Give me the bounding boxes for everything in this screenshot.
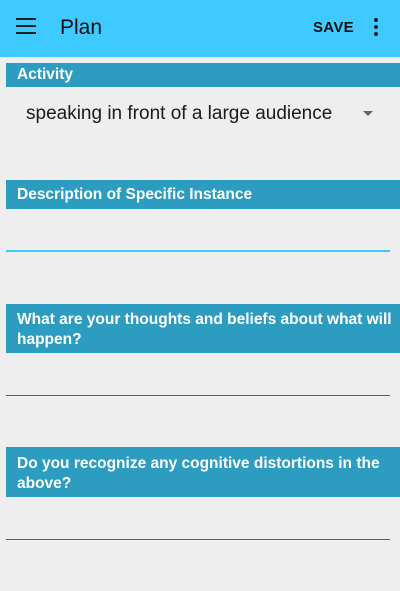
activity-header-label: Activity [17,66,73,83]
app-bar: Plan SAVE [0,0,400,57]
thoughts-field[interactable] [6,363,390,393]
activity-header: Activity [6,63,400,87]
description-header-label: Description of Specific Instance [17,186,253,203]
page-title: Plan [60,16,103,39]
distortions-header: Do you recognize any cognitive distortio… [6,447,400,497]
more-vert-icon[interactable] [373,18,379,36]
activity-dropdown[interactable]: speaking in front of a large audience [26,101,386,127]
thoughts-header: What are your thoughts and beliefs about… [6,304,400,353]
distortions-field-underline [6,539,390,540]
description-field[interactable] [6,219,390,249]
distortions-header-label: Do you recognize any cognitive distortio… [17,455,380,492]
description-field-underline [6,250,390,252]
dropdown-arrow-icon [363,111,373,116]
save-button[interactable]: SAVE [313,18,354,38]
thoughts-field-underline [6,395,390,396]
hamburger-menu-icon[interactable] [16,18,36,36]
description-header: Description of Specific Instance [6,180,400,209]
distortions-field[interactable] [6,507,390,537]
activity-selected-value: speaking in front of a large audience [26,103,333,124]
thoughts-header-label: What are your thoughts and beliefs about… [17,311,392,348]
